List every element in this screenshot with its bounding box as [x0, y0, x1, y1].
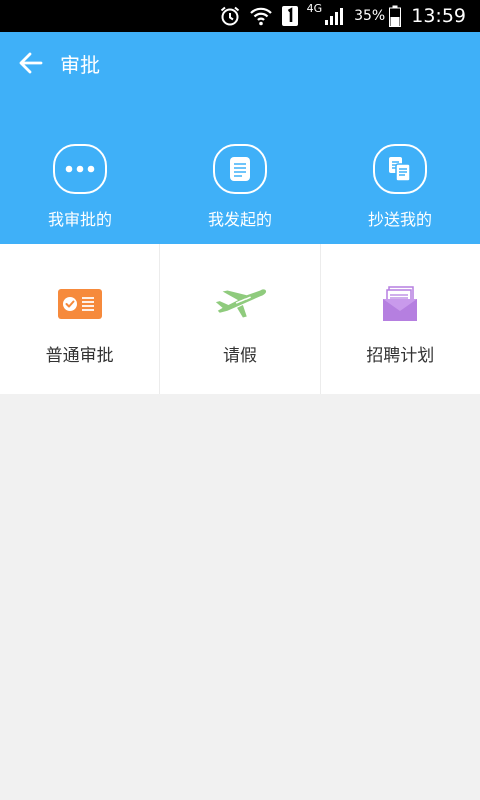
airplane-icon — [212, 284, 268, 324]
grid-item-label: 招聘计划 — [366, 346, 435, 366]
grid-item-leave[interactable]: 请假 — [160, 244, 321, 394]
signal-icon — [324, 6, 346, 26]
document-icon — [213, 144, 267, 194]
clock: 13:59 — [411, 5, 466, 27]
approval-card-icon — [52, 284, 108, 324]
more-dots-icon — [53, 144, 107, 194]
quick-item-label: 我发起的 — [207, 210, 272, 229]
quick-actions: 我审批的 我发起的 抄送我的 — [0, 144, 480, 230]
quick-item-label: 抄送我的 — [367, 210, 432, 229]
quick-item-cc-me[interactable]: 抄送我的 — [320, 144, 480, 230]
envelope-icon — [372, 284, 428, 324]
back-button[interactable] — [16, 48, 46, 78]
battery-percent: 35% — [354, 8, 386, 24]
network-type: 4G — [306, 2, 323, 15]
quick-item-my-approvals[interactable]: 我审批的 — [0, 144, 160, 230]
wifi-icon — [249, 5, 273, 27]
copy-documents-icon — [373, 144, 427, 194]
top-bar: 审批 — [0, 32, 480, 94]
alarm-icon — [219, 5, 241, 27]
grid-item-general-approval[interactable]: 普通审批 — [0, 244, 161, 394]
content-background — [0, 394, 480, 800]
page-title: 审批 — [60, 52, 100, 77]
quick-item-label: 我审批的 — [47, 210, 112, 229]
sim-icon — [281, 5, 299, 27]
header: 审批 我审批的 我发起的 抄送我的 — [0, 32, 480, 244]
back-arrow-icon — [19, 52, 43, 74]
approval-types-grid: 普通审批 请假 招聘计划 — [0, 244, 480, 394]
grid-item-recruitment-plan[interactable]: 招聘计划 — [321, 244, 480, 394]
status-bar: 4G 35% 13:59 — [0, 0, 480, 32]
grid-item-label: 请假 — [222, 346, 257, 366]
battery-icon — [389, 5, 402, 27]
grid-item-label: 普通审批 — [45, 346, 114, 366]
quick-item-initiated[interactable]: 我发起的 — [160, 144, 320, 230]
